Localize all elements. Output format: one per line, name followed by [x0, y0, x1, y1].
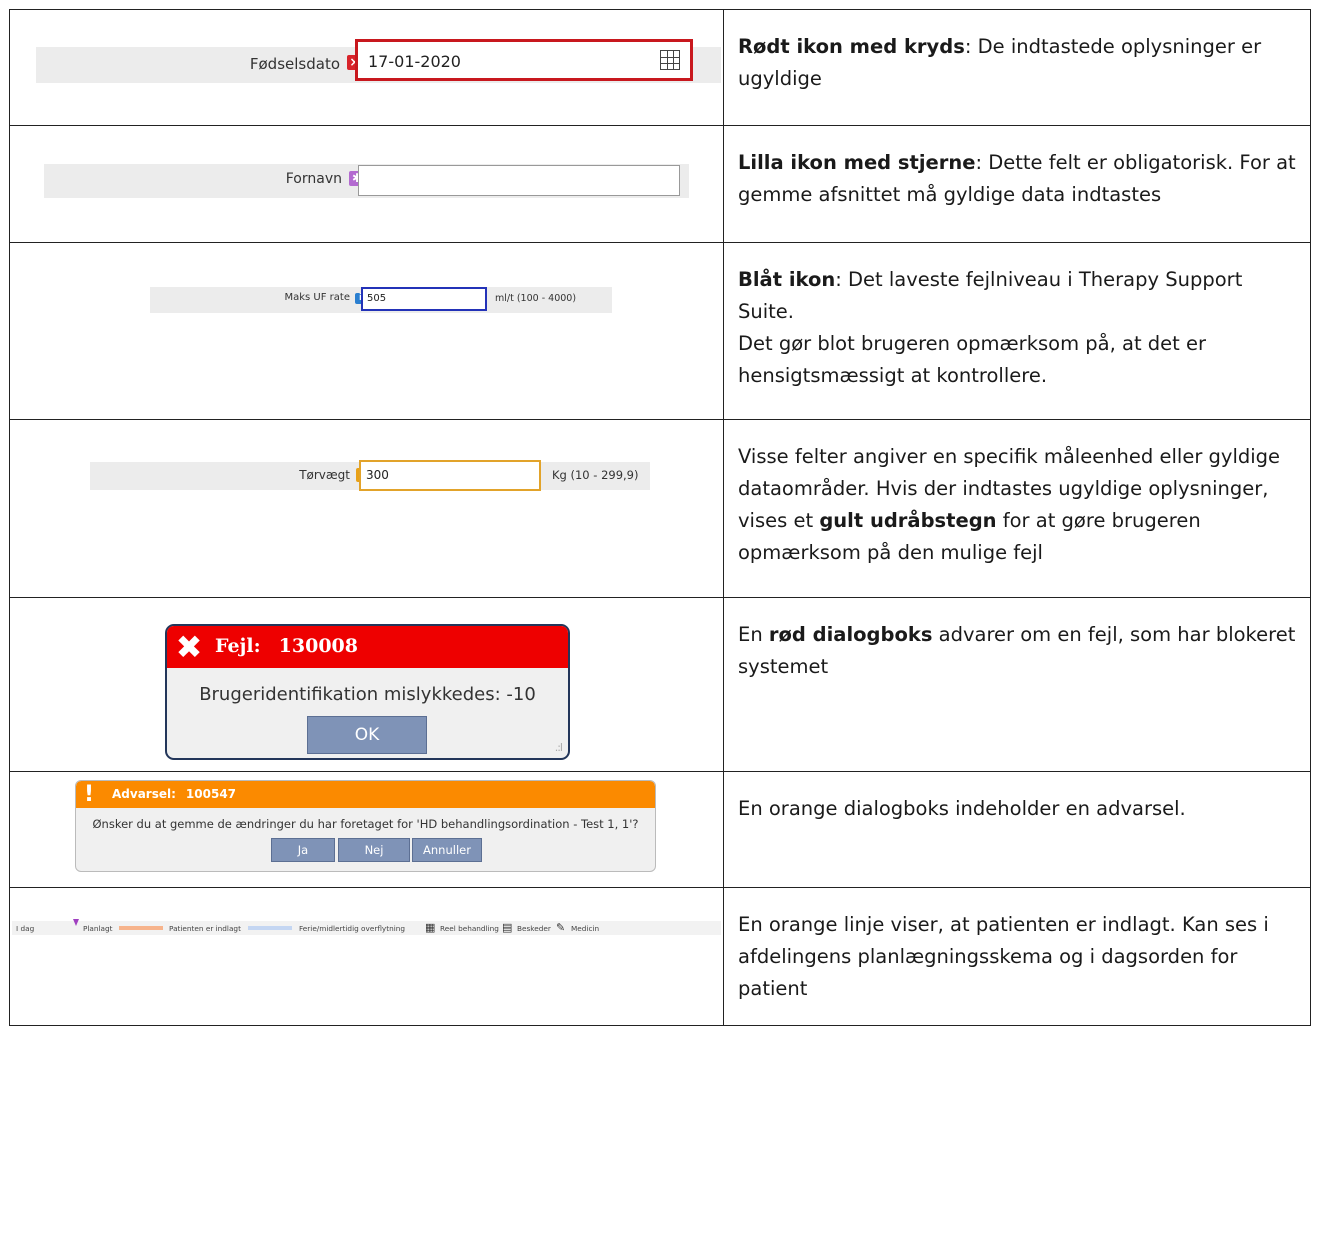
- treatment-icon: ▦: [425, 921, 436, 934]
- legend-today: I dag: [16, 924, 35, 933]
- planned-marker-icon: [73, 919, 79, 926]
- messages-icon: ▤: [502, 921, 513, 934]
- row-warning-dialog: ! Advarsel: 100547 Ønsker du at gemme de …: [9, 771, 1311, 888]
- description-text-2: Det gør blot brugeren opmærksom på, at d…: [738, 332, 1207, 387]
- example-cell: ! Advarsel: 100547 Ønsker du at gemme de …: [9, 771, 724, 888]
- row-error-dialog: ✖ Fejl: 130008 Brugeridentifikation misly…: [9, 597, 1311, 772]
- row-admitted-line: I dag Planlagt Patienten er indlagt Feri…: [9, 887, 1311, 1026]
- field-label-max-uf-rate: Maks UF rate: [284, 292, 351, 303]
- description-cell: Lilla ikon med stjerne: Dette felt er ob…: [723, 125, 1311, 243]
- medicine-icon: ✎: [556, 921, 566, 934]
- vacation-swatch: [248, 926, 292, 930]
- legend-treatment: Reel behandling: [440, 924, 499, 933]
- warning-message: Ønsker du at gemme de ændringer du har f…: [92, 817, 639, 831]
- no-button[interactable]: Nej: [338, 838, 410, 862]
- example-cell: Tørvægt ! 300 Kg (10 - 299,9): [9, 419, 724, 598]
- description-bold: gult udråbstegn: [819, 509, 997, 532]
- error-x-icon: ✖: [175, 628, 203, 666]
- schedule-legend: I dag Planlagt Patienten er indlagt Feri…: [12, 919, 721, 935]
- description-text: En orange linje viser, at patienten er i…: [738, 913, 1269, 1000]
- warning-title-text: Advarsel:: [112, 787, 176, 801]
- description-bold: rød dialogboks: [768, 623, 933, 646]
- legend-messages: Beskeder: [517, 924, 551, 933]
- warning-exclamation-icon: !: [84, 782, 95, 807]
- birthdate-value: 17-01-2020: [368, 52, 461, 71]
- description-cell: En orange dialogboks indeholder en advar…: [723, 771, 1311, 888]
- description-cell: Rødt ikon med kryds: De indtastede oplys…: [723, 9, 1311, 126]
- description-cell: Blåt ikon: Det laveste fejlniveau i Ther…: [723, 242, 1311, 420]
- field-label-firstname: Fornavn: [285, 171, 342, 187]
- row-warning-value: Tørvægt ! 300 Kg (10 - 299,9) Visse felt…: [9, 419, 1311, 598]
- calendar-icon[interactable]: [660, 50, 680, 70]
- description-cell: En orange linje viser, at patienten er i…: [723, 887, 1311, 1026]
- dry-weight-input[interactable]: 300: [359, 460, 541, 491]
- icon-legend-table: Fødselsdato × 17-01-2020 Rødt ikon med k…: [9, 9, 1311, 1026]
- birthdate-input[interactable]: 17-01-2020: [355, 39, 693, 81]
- row-invalid-input: Fødselsdato × 17-01-2020 Rødt ikon med k…: [9, 9, 1311, 126]
- legend-planned: Planlagt: [83, 924, 113, 933]
- max-uf-rate-input[interactable]: 505: [361, 287, 487, 311]
- error-dialog-title: Fejl: 130008: [215, 635, 358, 657]
- description-cell: En rød dialogboks advarer om en fejl, so…: [723, 597, 1311, 772]
- warning-dialog-title: Advarsel: 100547: [112, 787, 236, 801]
- error-dialog-header: ✖ Fejl: 130008: [167, 626, 568, 668]
- unit-range-label: Kg (10 - 299,9): [552, 468, 639, 482]
- field-label-birthdate: Fødselsdato: [249, 55, 340, 73]
- description-bold: Rødt ikon med kryds: [738, 35, 965, 58]
- yes-button[interactable]: Ja: [271, 838, 335, 862]
- legend-admitted: Patienten er indlagt: [169, 924, 241, 933]
- warning-dialog: ! Advarsel: 100547 Ønsker du at gemme de …: [75, 780, 656, 872]
- ok-button[interactable]: OK: [307, 716, 427, 754]
- description-bold: Lilla ikon med stjerne: [738, 151, 976, 174]
- firstname-input[interactable]: [358, 165, 680, 196]
- row-info-level: Maks UF rate i 505 ml/t (100 - 4000) Blå…: [9, 242, 1311, 420]
- description-cell: Visse felter angiver en specifik måleenh…: [723, 419, 1311, 598]
- error-message: Brugeridentifikation mislykkedes: -10: [199, 684, 536, 705]
- unit-range-label: ml/t (100 - 4000): [495, 293, 577, 304]
- error-code: 130008: [278, 635, 358, 657]
- description-text: En: [738, 623, 769, 646]
- example-cell: ✖ Fejl: 130008 Brugeridentifikation misly…: [9, 597, 724, 772]
- warning-code: 100547: [185, 787, 237, 801]
- row-mandatory-field: Fornavn ✱ Lilla ikon med stjerne: Dette …: [9, 125, 1311, 243]
- field-label-dry-weight: Tørvægt: [299, 468, 350, 482]
- resize-grip-icon[interactable]: .:l: [555, 741, 563, 754]
- example-cell: Maks UF rate i 505 ml/t (100 - 4000): [9, 242, 724, 420]
- warning-dialog-header: ! Advarsel: 100547: [76, 781, 655, 808]
- description-text: En orange dialogboks indeholder en advar…: [738, 797, 1186, 820]
- example-cell: Fornavn ✱: [9, 125, 724, 243]
- error-title-text: Fejl:: [215, 635, 261, 657]
- example-cell: I dag Planlagt Patienten er indlagt Feri…: [9, 887, 724, 1026]
- error-dialog: ✖ Fejl: 130008 Brugeridentifikation misly…: [165, 624, 570, 760]
- example-cell: Fødselsdato × 17-01-2020: [9, 9, 724, 126]
- legend-vacation: Ferie/midlertidig overflytning: [299, 924, 406, 933]
- legend-medicine: Medicin: [571, 924, 600, 933]
- description-bold: Blåt ikon: [738, 268, 836, 291]
- cancel-button[interactable]: Annuller: [412, 838, 482, 862]
- admitted-swatch: [119, 926, 163, 930]
